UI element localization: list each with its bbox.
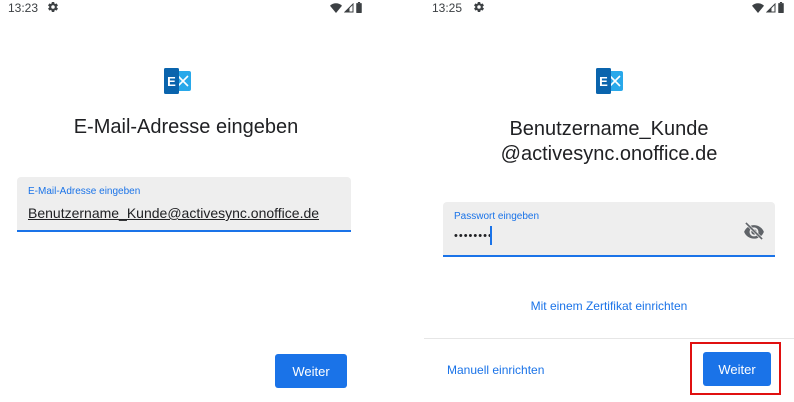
field-underline (17, 230, 351, 232)
svg-text:E: E (167, 74, 176, 89)
battery-icon (778, 2, 784, 13)
wifi-icon (330, 2, 342, 13)
field-underline (443, 255, 775, 257)
battery-icon (356, 2, 362, 13)
email-field[interactable]: E-Mail-Adresse eingeben Benutzername_Kun… (17, 177, 351, 232)
system-icons (330, 2, 362, 13)
page-title: E-Mail-Adresse eingeben (73, 116, 299, 138)
cell-signal-icon (766, 2, 776, 12)
password-field-value[interactable]: •••••••• (454, 230, 493, 242)
cell-signal-icon (344, 2, 354, 12)
status-time: 13:25 (432, 1, 463, 15)
divider (424, 338, 794, 339)
account-title-line1: Benutzername_Kunde (509, 118, 709, 140)
gear-icon (48, 1, 58, 12)
svg-text:E: E (599, 74, 608, 89)
certificate-setup-link[interactable]: Mit einem Zertifikat einrichten (424, 299, 794, 313)
exchange-logo-icon: E (596, 68, 623, 94)
password-field[interactable]: Passwort eingeben •••••••• (443, 202, 775, 257)
email-field-value[interactable]: Benutzername_Kunde@activesync.onoffice.d… (28, 205, 319, 221)
account-title: Benutzername_Kunde @activesync.onoffice.… (424, 117, 794, 167)
wifi-icon (752, 2, 764, 13)
password-field-label: Passwort eingeben (454, 211, 540, 222)
next-button[interactable]: Weiter (275, 354, 347, 388)
right-screen: 13:25 E Benutzername_Kunde @activesync.o… (424, 0, 794, 402)
exchange-logo-icon: E (164, 68, 191, 94)
visibility-off-icon[interactable] (743, 222, 765, 240)
gear-icon (474, 1, 484, 12)
system-icons (752, 2, 784, 13)
left-screen: 13:23 E E-Mail-Adresse eingeben E-Mail-A… (0, 0, 372, 402)
email-field-label: E-Mail-Adresse eingeben (28, 186, 141, 197)
account-title-line2: @activesync.onoffice.de (500, 143, 718, 165)
status-bar: 13:23 (0, 0, 372, 16)
status-time: 13:23 (8, 1, 39, 15)
status-bar: 13:25 (424, 0, 794, 16)
text-caret (490, 226, 492, 245)
manual-setup-link[interactable]: Manuell einrichten (447, 363, 544, 377)
next-button[interactable]: Weiter (703, 352, 771, 386)
